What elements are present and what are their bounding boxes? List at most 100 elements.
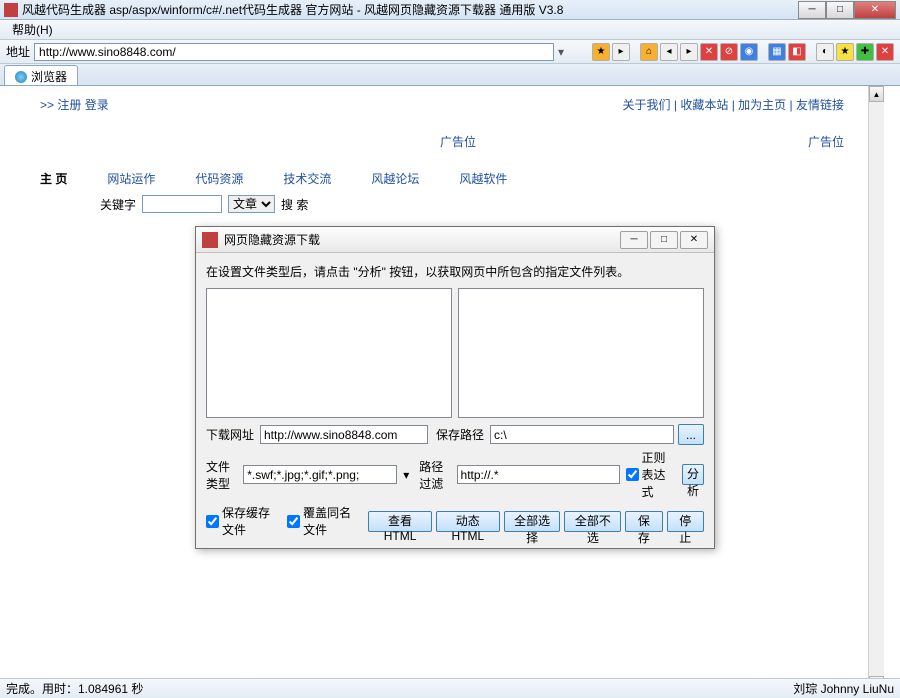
favorite-link[interactable]: 收藏本站 [680,98,728,112]
nav-site[interactable]: 网站运作 [107,170,155,187]
overwrite-checkbox-label[interactable]: 覆盖同名文件 [287,504,358,538]
register-link[interactable]: >> 注册 [40,98,81,112]
save-button[interactable]: 保存 [625,511,662,532]
overwrite-checkbox[interactable] [287,515,300,528]
tool-icon-stop2[interactable]: ⊘ [720,43,738,61]
nav-tech[interactable]: 技术交流 [283,170,331,187]
nav-home[interactable]: 主 页 [40,170,67,187]
status-left: 完成。用时：1.084961 秒 [6,680,143,697]
ad-slot-1: 广告位 [440,133,476,150]
selectall-button[interactable]: 全部选择 [504,511,561,532]
util-links: 关于我们 | 收藏本站 | 加为主页 | 友情链接 [623,96,844,113]
dialog-titlebar[interactable]: 网页隐藏资源下载 ─ □ ✕ [196,227,714,253]
filter-input[interactable] [457,465,620,484]
main-nav: 主 页 网站运作 代码资源 技术交流 风越论坛 风越软件 [40,170,844,187]
search-type-select[interactable]: 文章 [228,195,275,213]
url-input[interactable] [260,425,428,444]
about-link[interactable]: 关于我们 [623,98,671,112]
friendlinks-link[interactable]: 友情链接 [796,98,844,112]
maximize-button[interactable]: □ [826,1,854,19]
tool-icon-doc[interactable]: ▦ [768,43,786,61]
home-icon[interactable]: ⌂ [640,43,658,61]
top-nav: >> 注册 登录 关于我们 | 收藏本站 | 加为主页 | 友情链接 [40,96,844,113]
dialog-body: 在设置文件类型后，请点击 "分析" 按钮，以获取网页中所包含的指定文件列表。 下… [196,253,714,548]
dialog-maximize-button[interactable]: □ [650,231,678,249]
status-right: 刘琮 Johnny LiuNu [793,680,894,697]
menu-help[interactable]: 帮助(H) [6,19,59,40]
stop-icon[interactable]: ✕ [700,43,718,61]
dialog-window-buttons: ─ □ ✕ [620,231,708,249]
regex-checkbox-label[interactable]: 正则表达式 [626,449,677,500]
vertical-scrollbar[interactable]: ▲ ▼ [868,86,884,692]
globe-icon[interactable]: ◉ [740,43,758,61]
close-button[interactable]: ✕ [854,1,896,19]
row-type: 文件类型 ▾ 路径过滤 正则表达式 分析 [206,449,704,500]
filetype-input[interactable] [243,465,397,484]
dialog-hint: 在设置文件类型后，请点击 "分析" 按钮，以获取网页中所包含的指定文件列表。 [206,263,704,280]
main-titlebar: 风越代码生成器 asp/aspx/winform/c#/.net代码生成器 官方… [0,0,900,20]
filetype-dropdown-icon[interactable]: ▾ [401,468,411,482]
forward-icon[interactable]: ▸ [680,43,698,61]
ad-row: 广告位 广告位 [40,133,844,150]
content-area: ▲ ▼ >> 注册 登录 关于我们 | 收藏本站 | 加为主页 | 友情链接 广… [0,86,900,692]
dialog-close-button[interactable]: ✕ [680,231,708,249]
keyword-input[interactable] [142,195,222,213]
tool-icon-globe2[interactable]: ◐ [816,43,834,61]
ad-slot-2: 广告位 [808,133,844,150]
dynhtml-button[interactable]: 动态HTML [436,511,500,532]
browse-button[interactable]: ... [678,424,704,445]
viewhtml-button[interactable]: 查看HTML [368,511,432,532]
result-listbox[interactable] [458,288,704,418]
login-link[interactable]: 登录 [85,98,109,112]
address-input[interactable] [34,43,554,61]
stop-button[interactable]: 停止 [667,511,704,532]
browser-tab[interactable]: 浏览器 [4,65,78,85]
toolbar-icons: ★ ▸ ⌂ ◂ ▸ ✕ ⊘ ◉ ▦ ◧ ◐ ★ ✚ ✕ [592,43,894,61]
keepcache-checkbox-label[interactable]: 保存缓存文件 [206,504,277,538]
tab-bar: 浏览器 [0,64,900,86]
address-label: 地址 [6,43,30,60]
keepcache-checkbox[interactable] [206,515,219,528]
status-bar: 完成。用时：1.084961 秒 刘琮 Johnny LiuNu [0,678,900,698]
tool-icon-2[interactable]: ▸ [612,43,630,61]
dialog-lists [206,288,704,418]
window-buttons: ─ □ ✕ [798,1,896,19]
nav-soft[interactable]: 风越软件 [459,170,507,187]
auth-links: >> 注册 登录 [40,96,109,113]
address-bar: 地址 ▾ ★ ▸ ⌂ ◂ ▸ ✕ ⊘ ◉ ▦ ◧ ◐ ★ ✚ ✕ [0,40,900,64]
window-title: 风越代码生成器 asp/aspx/winform/c#/.net代码生成器 官方… [22,1,798,18]
tool-icon-red[interactable]: ◧ [788,43,806,61]
nav-code[interactable]: 代码资源 [195,170,243,187]
search-row: 关键字 文章 搜 索 [100,195,844,213]
minimize-button[interactable]: ─ [798,1,826,19]
savepath-label: 保存路径 [436,426,486,443]
dialog-app-icon [202,232,218,248]
scroll-up-icon[interactable]: ▲ [869,86,884,102]
nav-forum[interactable]: 风越论坛 [371,170,419,187]
regex-checkbox[interactable] [626,468,639,481]
download-dialog: 网页隐藏资源下载 ─ □ ✕ 在设置文件类型后，请点击 "分析" 按钮，以获取网… [195,226,715,549]
selectnone-button[interactable]: 全部不选 [564,511,621,532]
overwrite-text: 覆盖同名文件 [303,504,358,538]
dialog-button-row: 保存缓存文件 覆盖同名文件 查看HTML 动态HTML 全部选择 全部不选 保存… [206,504,704,538]
back-icon[interactable]: ◂ [660,43,678,61]
tab-globe-icon [15,71,27,83]
sethome-link[interactable]: 加为主页 [738,98,786,112]
menu-bar: 帮助(H) [0,20,900,40]
app-icon [4,3,18,17]
analyze-button[interactable]: 分析 [682,464,704,485]
savepath-input[interactable] [490,425,674,444]
dialog-minimize-button[interactable]: ─ [620,231,648,249]
star-icon[interactable]: ★ [836,43,854,61]
dialog-title: 网页隐藏资源下载 [224,231,620,248]
source-listbox[interactable] [206,288,452,418]
regex-text: 正则表达式 [642,449,677,500]
tool-icon-green[interactable]: ✚ [856,43,874,61]
address-dropdown-icon[interactable]: ▾ [558,45,564,59]
filter-label: 路径过滤 [419,458,452,492]
tab-label: 浏览器 [31,68,67,85]
search-button[interactable]: 搜 索 [281,196,308,213]
tool-icon-close[interactable]: ✕ [876,43,894,61]
tool-icon-1[interactable]: ★ [592,43,610,61]
web-page: >> 注册 登录 关于我们 | 收藏本站 | 加为主页 | 友情链接 广告位 广… [0,86,884,223]
